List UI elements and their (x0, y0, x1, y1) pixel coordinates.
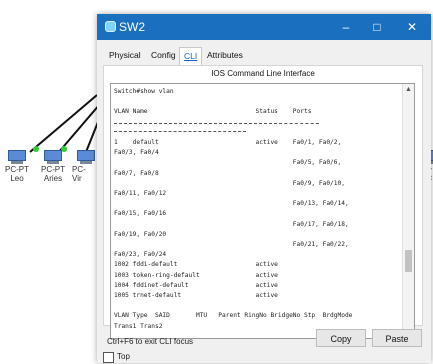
cli-line: Fa0/21, Fa0/22, (114, 241, 349, 248)
device-type-label: PC-PT (5, 165, 29, 174)
close-button[interactable]: ✕ (399, 17, 425, 37)
tab-config[interactable]: Config (147, 47, 180, 64)
cli-line: VLAN Name Status Ports (114, 108, 312, 116)
cli-console[interactable]: Switch#show vlan VLAN Name Status Ports 1 … (110, 83, 415, 339)
cli-line: Fa0/15, Fa0/16 (114, 210, 167, 218)
device-name-label: Vir (72, 174, 82, 183)
tab-physical[interactable]: Physical (105, 47, 145, 64)
device-name-label: Aries (43, 174, 63, 183)
scroll-up-icon[interactable]: ▲ (403, 84, 414, 95)
cli-line: Fa0/5, Fa0/6, (114, 159, 342, 167)
cli-line: Trans1 Trans2 (114, 322, 163, 330)
device-pc-vir[interactable]: PC- Vir (72, 150, 98, 183)
cli-line: 1 default active Fa0/1, Fa0/2, (114, 139, 342, 146)
window-titlebar[interactable]: SW2 – □ ✕ (97, 14, 431, 40)
cli-line: 1005 trnet-default active (114, 292, 278, 299)
device-type-label: PC-PT (41, 165, 65, 174)
cli-panel: IOS Command Line Interface Switch#show v… (103, 65, 423, 339)
pc-icon (7, 150, 27, 164)
maximize-button[interactable]: □ (364, 17, 390, 37)
pc-icon (43, 150, 63, 164)
cli-line: Switch#show vlan (114, 88, 174, 95)
device-name-label: Leo (10, 174, 24, 183)
device-type-label: PC- (72, 165, 86, 174)
cli-output[interactable]: Switch#show vlan VLAN Name Status Ports 1 … (114, 87, 402, 335)
cli-line: Fa0/7, Fa0/8 (114, 169, 159, 177)
cli-line: Fa0/11, Fa0/12 (114, 190, 167, 197)
cli-line: Fa0/9, Fa0/10, (114, 179, 345, 187)
window-title: SW2 (119, 20, 146, 34)
cli-line: Fa0/3, Fa0/4 (114, 149, 159, 157)
cli-line: Fa0/23, Fa0/24 (114, 251, 167, 259)
panel-title: IOS Command Line Interface (211, 69, 315, 78)
paste-button[interactable]: Paste (372, 329, 422, 347)
header-rule-name (139, 123, 277, 124)
header-rule-status (279, 123, 319, 124)
minimize-button[interactable]: – (333, 17, 359, 37)
device-pc-leo[interactable]: PC-PT Leo (0, 150, 34, 183)
device-pc-aries[interactable]: PC-PT Aries (36, 150, 70, 183)
pc-icon (76, 150, 96, 164)
cli-line: 1004 fddinet-default active (114, 281, 278, 289)
tab-attributes[interactable]: Attributes (203, 47, 247, 64)
switch-config-window: SW2 – □ ✕ Physical Config CLI Attributes… (97, 14, 431, 363)
cli-line: 1002 fddi-default active (114, 261, 278, 269)
cli-line: Fa0/17, Fa0/18, (114, 220, 349, 228)
cli-line: Fa0/13, Fa0/14, (114, 200, 349, 208)
cli-line: Fa0/19, Fa0/20 (114, 230, 167, 238)
cli-focus-hint: Ctrl+F6 to exit CLI focus (107, 337, 194, 346)
top-checkbox[interactable] (103, 352, 114, 363)
cli-line: 1003 token-ring-default active (114, 271, 278, 279)
cli-scrollbar[interactable]: ▲ ▼ (402, 84, 414, 338)
cli-line: VLAN Type SAID MTU Parent RingNo BridgeN… (114, 312, 353, 320)
tab-cli[interactable]: CLI (179, 47, 203, 65)
top-checkbox-label: Top (117, 352, 130, 361)
header-rule-ports (114, 131, 246, 132)
copy-button[interactable]: Copy (316, 329, 366, 347)
scrollbar-thumb[interactable] (405, 250, 412, 272)
app-icon (105, 21, 116, 32)
